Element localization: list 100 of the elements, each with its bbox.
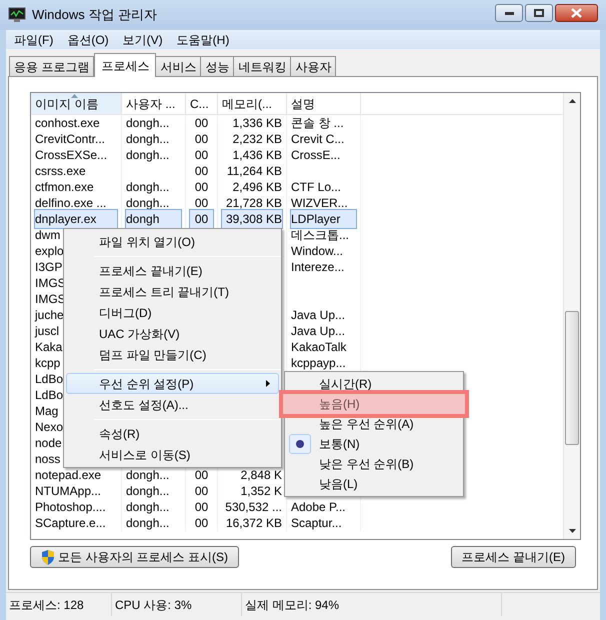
close-button[interactable] bbox=[555, 4, 598, 22]
column-header[interactable]: 이미지 이름 bbox=[31, 93, 122, 114]
table-cell: dongh bbox=[126, 210, 181, 228]
menu-item[interactable]: 높은 우선 순위(A) bbox=[285, 414, 463, 434]
table-cell: 00 bbox=[190, 210, 213, 228]
table-cell-text: LdBo bbox=[35, 371, 64, 388]
scrollbar[interactable] bbox=[563, 93, 580, 539]
table-cell-text: CrevitContr... bbox=[35, 131, 106, 148]
table-cell-text: explo bbox=[35, 243, 64, 260]
tab[interactable]: 사용자 bbox=[290, 56, 336, 76]
menu-item[interactable]: 속성(R) bbox=[66, 423, 279, 444]
table-cell-text: dongh... bbox=[126, 499, 170, 516]
table-cell: dnplayer.ex bbox=[35, 210, 117, 228]
menu-item[interactable]: 디버그(D) bbox=[66, 302, 279, 323]
table-cell-text: kcppayp... bbox=[291, 355, 347, 372]
menu-item[interactable]: 옵션(O) bbox=[67, 30, 109, 48]
menu-item[interactable]: 보기(V) bbox=[122, 30, 163, 48]
column-label: 설명 bbox=[291, 96, 315, 112]
column-label: C... bbox=[190, 96, 209, 112]
tab[interactable]: 네트워킹 bbox=[233, 56, 292, 76]
table-cell-text: node bbox=[35, 435, 62, 452]
tab[interactable]: 서비스 bbox=[155, 56, 202, 76]
table-cell-text: Java Up... bbox=[291, 323, 346, 340]
table-cell-text: 00 bbox=[194, 163, 210, 180]
table-cell-text: 00 bbox=[194, 195, 210, 212]
tab[interactable]: 응용 프로그램 bbox=[9, 56, 94, 76]
table-cell-text: ctfmon.exe bbox=[35, 179, 94, 196]
menu-item[interactable]: 서비스로 이동(S) bbox=[66, 444, 279, 465]
table-cell-text: dwm bbox=[35, 227, 60, 244]
menu-item[interactable]: 파일 위치 열기(O) bbox=[66, 231, 279, 252]
menu-item[interactable]: 우선 순위 설정(P) bbox=[66, 373, 279, 394]
shield-icon bbox=[41, 550, 55, 564]
scroll-thumb[interactable] bbox=[565, 311, 579, 445]
menu-item[interactable]: 실시간(R) bbox=[285, 374, 463, 394]
radio-dot-icon bbox=[296, 440, 304, 448]
status-text: 프로세스: 128 bbox=[9, 596, 84, 614]
table-cell-text: I3GP bbox=[35, 259, 62, 276]
table-cell-text: 530,532 ... bbox=[224, 499, 282, 516]
minimize-icon bbox=[504, 12, 514, 14]
table-cell-text: noss bbox=[35, 451, 60, 468]
tab[interactable]: 프로세스 bbox=[94, 53, 156, 77]
end-process-button[interactable]: 프로세스 끝내기(E) bbox=[450, 546, 576, 568]
table-cell-text: Kaka bbox=[35, 339, 62, 356]
table-cell-text: csrss.exe bbox=[35, 163, 86, 180]
monitor-icon bbox=[8, 7, 26, 23]
tab[interactable]: 성능 bbox=[200, 56, 234, 76]
menu-item[interactable]: 덤프 파일 만들기(C) bbox=[66, 344, 279, 365]
menu-item[interactable]: 선호도 설정(A)... bbox=[66, 394, 279, 415]
table-cell-text: 00 bbox=[194, 131, 210, 148]
table-cell-text: CTF Lo... bbox=[291, 179, 342, 196]
minimize-button[interactable] bbox=[495, 4, 523, 22]
menu-item[interactable]: 프로세스 끝내기(E) bbox=[66, 260, 279, 281]
table-cell-text: 00 bbox=[194, 179, 210, 196]
table-cell-text: 00 bbox=[194, 483, 210, 500]
table-cell-text: Window... bbox=[291, 243, 344, 260]
table-cell-text: 데스크톱... bbox=[291, 227, 350, 244]
scroll-up-icon[interactable] bbox=[568, 99, 576, 103]
table-cell-text: dongh... bbox=[126, 195, 170, 212]
column-label: 이미지 이름 bbox=[35, 96, 98, 112]
menu-item[interactable]: 보통(N) bbox=[285, 434, 463, 454]
menu-item[interactable]: 파일(F) bbox=[14, 30, 54, 48]
maximize-button[interactable] bbox=[525, 4, 553, 22]
table-cell-text: CrossE... bbox=[291, 147, 342, 164]
scroll-down-icon[interactable] bbox=[568, 529, 576, 533]
menu-item[interactable]: 프로세스 트리 끝내기(T) bbox=[66, 281, 279, 302]
table-cell-text: 00 bbox=[194, 515, 210, 532]
table-cell-text: Mag bbox=[35, 403, 58, 420]
status-text: 실제 메모리: 94% bbox=[245, 596, 340, 614]
table-cell-text: Nexo bbox=[35, 419, 64, 436]
table-cell-text: Adobe P... bbox=[291, 499, 346, 516]
table-cell-text: 11,264 KB bbox=[226, 163, 282, 180]
table-cell-text: CrossEXSe... bbox=[35, 147, 108, 164]
menu-item[interactable]: 도움말(H) bbox=[176, 30, 230, 48]
menu-item[interactable]: 낮은 우선 순위(B) bbox=[285, 454, 463, 474]
table-cell-text: notepad.exe bbox=[35, 467, 102, 484]
table-cell-text: Java Up... bbox=[291, 307, 346, 324]
menu-item[interactable]: 낮음(L) bbox=[285, 474, 463, 494]
table-cell-text: 2,232 KB bbox=[232, 131, 282, 148]
show-all-processes-button[interactable]: 모든 사용자의 프로세스 표시(S) bbox=[30, 546, 239, 568]
table-cell-text: WIZVER... bbox=[291, 195, 349, 212]
table-cell-text: juche bbox=[35, 307, 64, 324]
table-cell-text: Photoshop.... bbox=[35, 499, 106, 516]
submenu-arrow-icon bbox=[266, 380, 270, 387]
menu-item[interactable]: 높음(H) bbox=[283, 394, 465, 414]
table-cell-text: NTUMApp... bbox=[35, 483, 102, 500]
table-cell-text: 2,848 K bbox=[240, 467, 282, 484]
table-cell-text: dongh... bbox=[126, 467, 170, 484]
table-cell-text: 1,352 K bbox=[240, 483, 282, 500]
table-cell-text: dongh... bbox=[126, 179, 170, 196]
table-cell-text: 00 bbox=[194, 499, 210, 516]
table-cell-text: 00 bbox=[194, 115, 210, 132]
table-cell-text: SCapture.e... bbox=[35, 515, 106, 532]
table-cell-text: 16,372 KB bbox=[224, 515, 282, 532]
table-cell: LDPlayer bbox=[291, 210, 356, 228]
menu-item[interactable]: UAC 가상화(V) bbox=[66, 323, 279, 344]
table-cell-text: LdBo bbox=[35, 387, 64, 404]
table-cell-text: dongh... bbox=[126, 483, 170, 500]
maximize-icon bbox=[534, 9, 544, 17]
window-title: Windows 작업 관리자 bbox=[32, 6, 157, 24]
table-cell-text: delfino.exe ... bbox=[35, 195, 106, 212]
